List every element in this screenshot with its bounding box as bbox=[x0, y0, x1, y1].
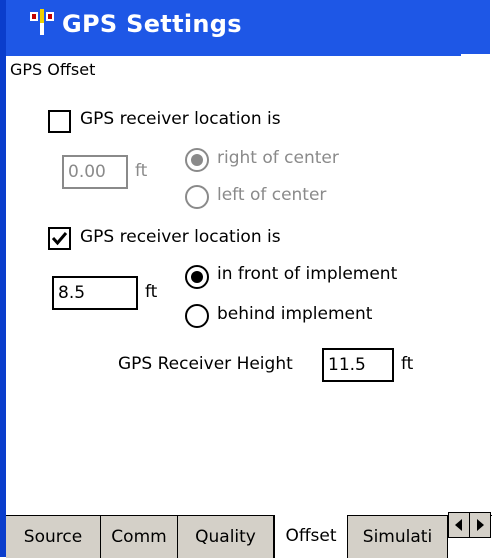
lateral-offset-unit: ft bbox=[135, 161, 148, 181]
behind-implement-radio[interactable] bbox=[185, 304, 209, 328]
window-title: GPS Settings bbox=[62, 10, 242, 38]
longitudinal-offset-label: GPS receiver location is bbox=[80, 227, 281, 247]
radio-selected-dot bbox=[191, 271, 203, 283]
tab-quality[interactable]: Quality bbox=[178, 516, 274, 558]
tab-scroll-right-button[interactable] bbox=[469, 512, 491, 538]
right-of-center-label: right of center bbox=[217, 148, 339, 168]
lateral-offset-checkbox[interactable] bbox=[48, 110, 71, 133]
tab-simulation[interactable]: Simulati bbox=[348, 516, 448, 558]
in-front-of-implement-label: in front of implement bbox=[217, 264, 398, 284]
tab-scroll-left-button[interactable] bbox=[448, 512, 470, 538]
right-of-center-radio[interactable] bbox=[185, 148, 209, 172]
left-of-center-label: left of center bbox=[217, 185, 327, 205]
title-bar: GPS Settings bbox=[6, 0, 490, 54]
tab-source[interactable]: Source bbox=[6, 516, 101, 558]
longitudinal-offset-unit: ft bbox=[145, 282, 158, 302]
satellite-icon bbox=[28, 9, 56, 39]
window-edge bbox=[0, 0, 6, 557]
behind-implement-label: behind implement bbox=[217, 304, 373, 324]
arrow-left-icon bbox=[455, 519, 462, 531]
receiver-height-label: GPS Receiver Height bbox=[118, 354, 293, 374]
receiver-height-input[interactable]: 11.5 bbox=[322, 348, 394, 382]
longitudinal-offset-checkbox[interactable] bbox=[48, 227, 71, 250]
tab-comm[interactable]: Comm bbox=[101, 516, 178, 558]
in-front-of-implement-radio[interactable] bbox=[185, 265, 209, 289]
lateral-offset-input[interactable]: 0.00 bbox=[62, 155, 128, 189]
arrow-right-icon bbox=[477, 519, 484, 531]
left-of-center-radio[interactable] bbox=[185, 185, 209, 209]
radio-selected-dot bbox=[191, 154, 203, 166]
tab-offset[interactable]: Offset bbox=[274, 515, 348, 558]
title-underline bbox=[6, 54, 461, 56]
checkmark-icon bbox=[51, 232, 68, 246]
lateral-offset-label: GPS receiver location is bbox=[80, 109, 281, 129]
section-label: GPS Offset bbox=[10, 60, 96, 79]
receiver-height-unit: ft bbox=[401, 354, 414, 374]
longitudinal-offset-input[interactable]: 8.5 bbox=[52, 276, 138, 310]
tab-bar: Source Comm Quality Offset Simulati bbox=[6, 515, 492, 558]
